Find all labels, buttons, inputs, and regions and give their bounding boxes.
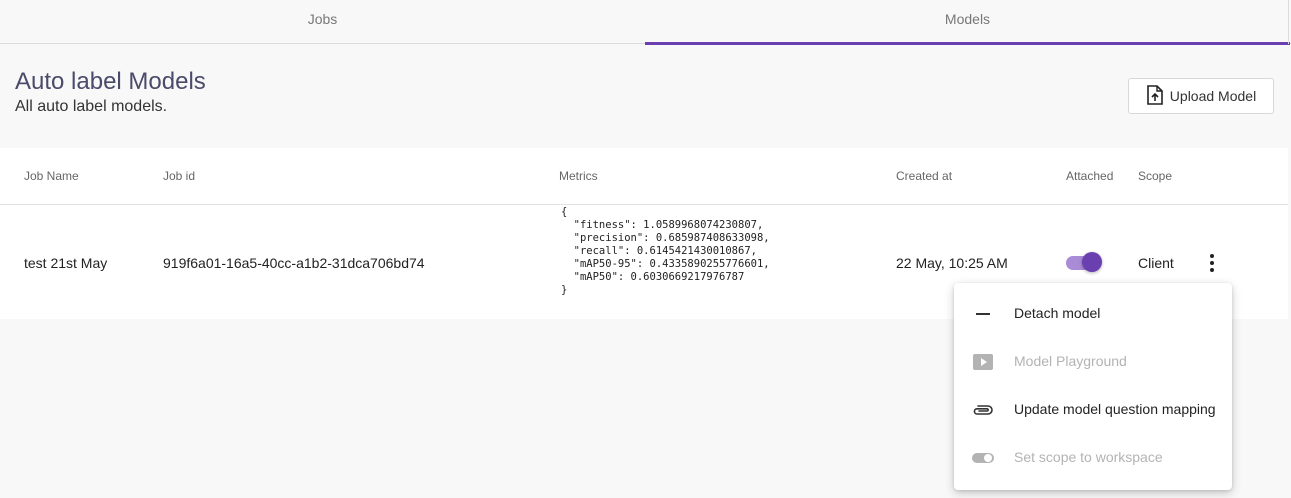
table-header: Job Name Job id Metrics Created at Attac… xyxy=(0,148,1288,205)
page-title: Auto label Models xyxy=(15,68,206,95)
column-header-scope[interactable]: Scope xyxy=(1138,169,1172,183)
attached-toggle[interactable] xyxy=(1066,252,1102,272)
menu-item-model-playground: Model Playground xyxy=(954,338,1232,386)
tab-bar: Jobs Models xyxy=(0,0,1291,45)
tab-jobs[interactable]: Jobs xyxy=(0,0,645,44)
menu-item-label: Model Playground xyxy=(1014,353,1127,369)
upload-model-label: Upload Model xyxy=(1169,88,1257,104)
column-header-metrics[interactable]: Metrics xyxy=(559,169,598,183)
page-subtitle: All auto label models. xyxy=(15,98,168,115)
job-id-cell: 919f6a01-16a5-40cc-a1b2-31dca706bd74 xyxy=(163,255,425,271)
column-header-job-name[interactable]: Job Name xyxy=(24,169,79,183)
row-actions-menu: Detach model Model Playground Update mod… xyxy=(954,283,1232,490)
upload-icon xyxy=(1146,84,1164,108)
menu-item-set-scope-workspace: Set scope to workspace xyxy=(954,434,1232,482)
scope-cell: Client xyxy=(1138,255,1174,271)
column-header-created-at[interactable]: Created at xyxy=(896,169,952,183)
toggle-thumb xyxy=(1082,252,1102,272)
upload-model-button[interactable]: Upload Model xyxy=(1128,78,1274,114)
menu-item-label: Set scope to workspace xyxy=(1014,449,1163,465)
paperclip-icon xyxy=(971,398,995,422)
column-header-job-id[interactable]: Job id xyxy=(163,169,195,183)
menu-item-label: Update model question mapping xyxy=(1014,401,1216,417)
more-options-icon[interactable] xyxy=(1200,252,1224,274)
menu-item-update-question-mapping[interactable]: Update model question mapping xyxy=(954,386,1232,434)
menu-item-detach-model[interactable]: Detach model xyxy=(954,290,1232,338)
divider xyxy=(1288,0,1289,44)
created-at-cell: 22 May, 10:25 AM xyxy=(896,255,1008,271)
metrics-cell: { "fitness": 1.0589968074230807, "precis… xyxy=(561,206,770,296)
job-name-cell: test 21st May xyxy=(24,255,108,271)
minus-icon xyxy=(971,302,995,326)
tab-models[interactable]: Models xyxy=(645,0,1290,45)
column-header-attached[interactable]: Attached xyxy=(1066,169,1113,183)
menu-item-label: Detach model xyxy=(1014,305,1101,321)
toggle-icon xyxy=(971,446,995,470)
play-icon xyxy=(971,350,995,374)
